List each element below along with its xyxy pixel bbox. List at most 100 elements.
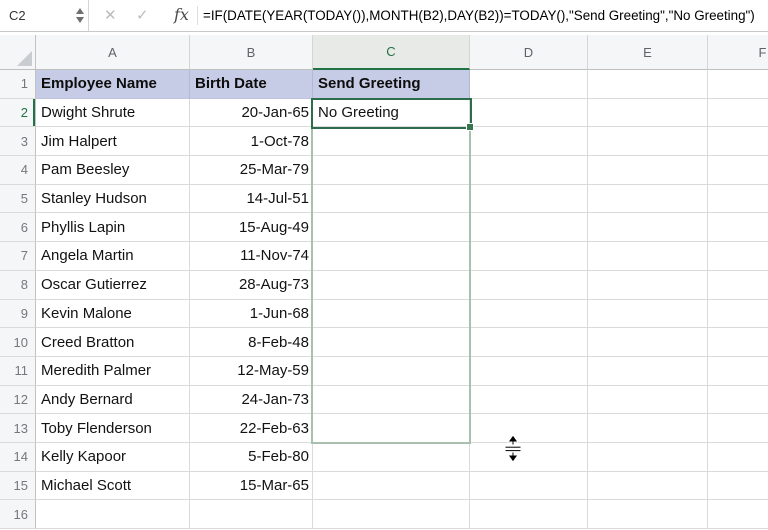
row-number[interactable]: 6 [0,213,36,243]
cell-empty[interactable] [588,299,708,329]
cell-empty[interactable] [708,242,768,271]
row-number[interactable]: 15 [0,471,36,501]
cell-empty[interactable] [708,127,768,157]
column-header-B[interactable]: B [190,35,313,70]
row-number[interactable]: 3 [0,127,36,157]
cell-employee-name[interactable]: Kevin Malone [36,299,190,329]
row-number[interactable]: 4 [0,156,36,185]
cell-employee-name[interactable]: Stanley Hudson [36,184,190,214]
row-number[interactable]: 10 [0,328,36,357]
cell-birth-date[interactable]: 25-Mar-79 [190,156,313,185]
cell-empty[interactable] [588,385,708,415]
cell-empty[interactable] [708,98,768,128]
cell-empty[interactable] [470,156,588,185]
cell-empty[interactable] [588,270,708,300]
cell-empty[interactable] [588,98,708,128]
cell-birth-date[interactable]: 15-Mar-65 [190,471,313,501]
cell-empty[interactable] [588,442,708,472]
cell-birth-date[interactable]: 14-Jul-51 [190,184,313,214]
cancel-icon[interactable]: ✕ [104,6,117,24]
cell-greeting[interactable] [313,385,470,415]
row-number[interactable]: 8 [0,270,36,300]
cell-empty[interactable] [470,414,588,443]
cell-empty[interactable] [470,242,588,271]
cell-employee-name[interactable]: Phyllis Lapin [36,213,190,243]
select-all-button[interactable] [0,35,36,70]
cell-employee-name[interactable]: Jim Halpert [36,127,190,157]
cell-empty[interactable] [708,471,768,501]
cell-birth-date[interactable]: 5-Feb-80 [190,442,313,472]
formula-input[interactable]: =IF(DATE(YEAR(TODAY()),MONTH(B2),DAY(B2)… [203,8,768,23]
cell-greeting[interactable] [313,414,470,443]
cell-empty[interactable] [470,184,588,214]
cell-empty[interactable] [588,414,708,443]
cell-greeting[interactable] [313,242,470,271]
cell-employee-name[interactable]: Kelly Kapoor [36,442,190,472]
insert-function-icon[interactable]: fx [174,5,189,24]
cell-birth-date[interactable]: 15-Aug-49 [190,213,313,243]
cell-empty[interactable] [588,127,708,157]
cell-empty[interactable] [470,328,588,357]
cell-empty[interactable] [708,328,768,357]
cell-empty[interactable] [470,213,588,243]
cell-birth-date[interactable]: 20-Jan-65 [190,98,313,128]
cell-empty[interactable] [470,98,588,128]
cell-birth-date[interactable]: 12-May-59 [190,356,313,386]
cell-empty[interactable] [588,70,708,99]
cell-employee-name[interactable]: Meredith Palmer [36,356,190,386]
cell-empty[interactable] [708,442,768,472]
cell-birth-date[interactable]: 28-Aug-73 [190,270,313,300]
confirm-icon[interactable]: ✓ [136,6,149,24]
cell-empty[interactable] [470,442,588,472]
cell-greeting[interactable] [313,270,470,300]
column-header-F[interactable]: F [708,35,768,70]
cell-empty[interactable] [708,385,768,415]
cell-empty[interactable] [708,70,768,99]
cell-empty[interactable] [470,270,588,300]
cell-empty[interactable] [588,213,708,243]
stepper-down-icon[interactable] [76,17,84,23]
cell-employee-name[interactable]: Andy Bernard [36,385,190,415]
fill-handle[interactable] [466,123,474,131]
cell-employee-name[interactable]: Pam Beesley [36,156,190,185]
cell-greeting[interactable] [313,471,470,501]
cell-empty[interactable] [470,70,588,99]
cell-birth-date[interactable]: 8-Feb-48 [190,328,313,357]
row-number[interactable]: 12 [0,385,36,415]
column-header-D[interactable]: D [470,35,588,70]
cell-empty[interactable] [708,414,768,443]
cell-empty[interactable] [470,299,588,329]
column-header-C[interactable]: C [313,35,470,70]
cell-empty[interactable] [588,471,708,501]
cell-empty[interactable] [588,156,708,185]
cell-employee-name[interactable]: Angela Martin [36,242,190,271]
cell-empty[interactable] [470,471,588,501]
cell-birth-date[interactable] [190,500,313,529]
cell-empty[interactable] [470,385,588,415]
cell-empty[interactable] [708,500,768,529]
cell-birth-date[interactable]: 1-Jun-68 [190,299,313,329]
cell-empty[interactable] [470,500,588,529]
cell-employee-name[interactable]: Dwight Shrute [36,98,190,128]
column-header-E[interactable]: E [588,35,708,70]
cell-empty[interactable] [708,270,768,300]
cell-empty[interactable] [588,184,708,214]
column-header-A[interactable]: A [36,35,190,70]
row-number[interactable]: 13 [0,414,36,443]
cell-greeting[interactable]: No Greeting [313,98,470,128]
name-box[interactable]: C2 [9,8,26,23]
header-cell-employee-name[interactable]: Employee Name [36,70,190,99]
cell-greeting[interactable] [313,356,470,386]
row-number[interactable]: 16 [0,500,36,529]
row-number[interactable]: 9 [0,299,36,329]
stepper-up-icon[interactable] [76,8,84,14]
cell-empty[interactable] [708,156,768,185]
row-number[interactable]: 5 [0,184,36,214]
cell-greeting[interactable] [313,213,470,243]
cell-empty[interactable] [708,356,768,386]
cell-employee-name[interactable]: Creed Bratton [36,328,190,357]
cell-greeting[interactable] [313,127,470,157]
cell-greeting[interactable] [313,500,470,529]
name-box-stepper[interactable] [74,6,86,26]
cell-empty[interactable] [588,356,708,386]
